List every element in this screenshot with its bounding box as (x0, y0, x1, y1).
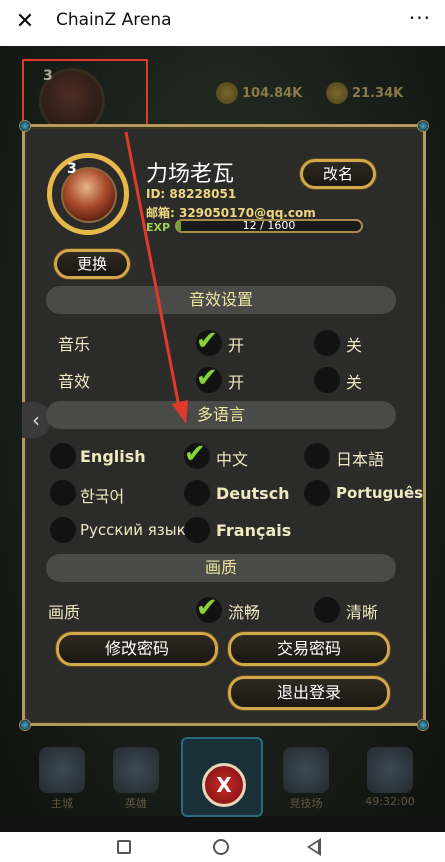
castle-icon (39, 747, 85, 793)
tab-label: 49:32:00 (365, 795, 415, 808)
home-icon[interactable] (213, 839, 229, 855)
hero-icon (113, 747, 159, 793)
tab-label: 主城 (51, 797, 73, 810)
trophy-icon (283, 747, 329, 793)
tab-arena[interactable]: 竞技场 (266, 743, 346, 817)
tab-main-city[interactable]: 主城 (22, 743, 102, 817)
tab-event-timer[interactable]: 49:32:00 (350, 743, 430, 817)
tab-heroes[interactable]: 英雄 (96, 743, 176, 817)
fortress-icon (367, 747, 413, 793)
tab-label: 英雄 (125, 797, 147, 810)
recent-apps-icon[interactable] (117, 840, 131, 854)
tab-label: 竞技场 (289, 797, 323, 810)
system-nav-bar (0, 832, 445, 862)
annotation-arrow (124, 131, 188, 424)
close-dialog-button[interactable]: X (202, 763, 246, 807)
back-icon[interactable] (307, 838, 321, 856)
